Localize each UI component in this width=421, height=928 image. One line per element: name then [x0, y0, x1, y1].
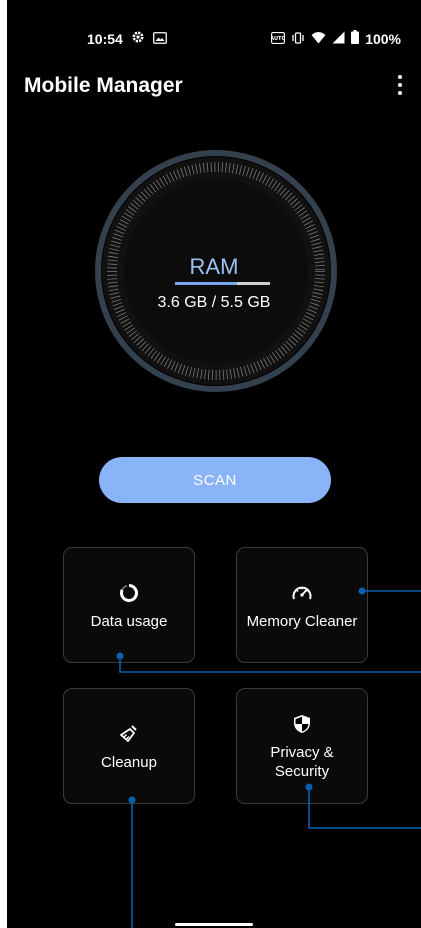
memory-cleaner-tile[interactable]: Memory Cleaner	[236, 547, 368, 663]
gear-icon	[131, 30, 145, 47]
privacy-security-label: Privacy & Security	[270, 744, 334, 780]
data-usage-label: Data usage	[90, 612, 168, 630]
ram-value: 3.6 GB / 5.5 GB	[157, 294, 271, 311]
battery-percent: 100%	[365, 30, 401, 47]
memory-cleaner-label: Memory Cleaner	[246, 612, 358, 630]
image-icon	[152, 31, 167, 47]
wifi-icon: x	[311, 31, 326, 47]
phone-screen: 10:54 AUTO x 100% Mobile Manager RAM 3.6…	[7, 0, 421, 928]
cleanup-label: Cleanup	[101, 753, 157, 771]
status-time: 10:54	[87, 30, 123, 47]
data-usage-icon	[119, 580, 139, 606]
battery-icon	[351, 30, 360, 47]
svg-text:x: x	[321, 38, 325, 44]
data-usage-tile[interactable]: Data usage	[63, 547, 195, 663]
home-indicator[interactable]	[175, 923, 253, 926]
ram-label: RAM	[189, 254, 239, 279]
cellular-signal-icon	[332, 31, 345, 47]
more-vert-icon[interactable]	[391, 73, 409, 97]
svg-text:AUTO: AUTO	[271, 36, 285, 42]
shield-icon	[293, 711, 311, 737]
auto-brightness-icon: AUTO	[270, 31, 286, 47]
status-bar: 10:54 AUTO x 100%	[7, 0, 421, 47]
cleanup-tile[interactable]: Cleanup	[63, 688, 195, 804]
ram-usage-bar	[175, 282, 270, 285]
vibrate-icon	[291, 31, 305, 47]
scan-button[interactable]: SCAN	[99, 457, 331, 503]
privacy-security-tile[interactable]: Privacy & Security	[236, 688, 368, 804]
speedometer-icon	[291, 580, 313, 606]
app-title: Mobile Manager	[24, 74, 183, 97]
broom-icon	[119, 721, 139, 747]
